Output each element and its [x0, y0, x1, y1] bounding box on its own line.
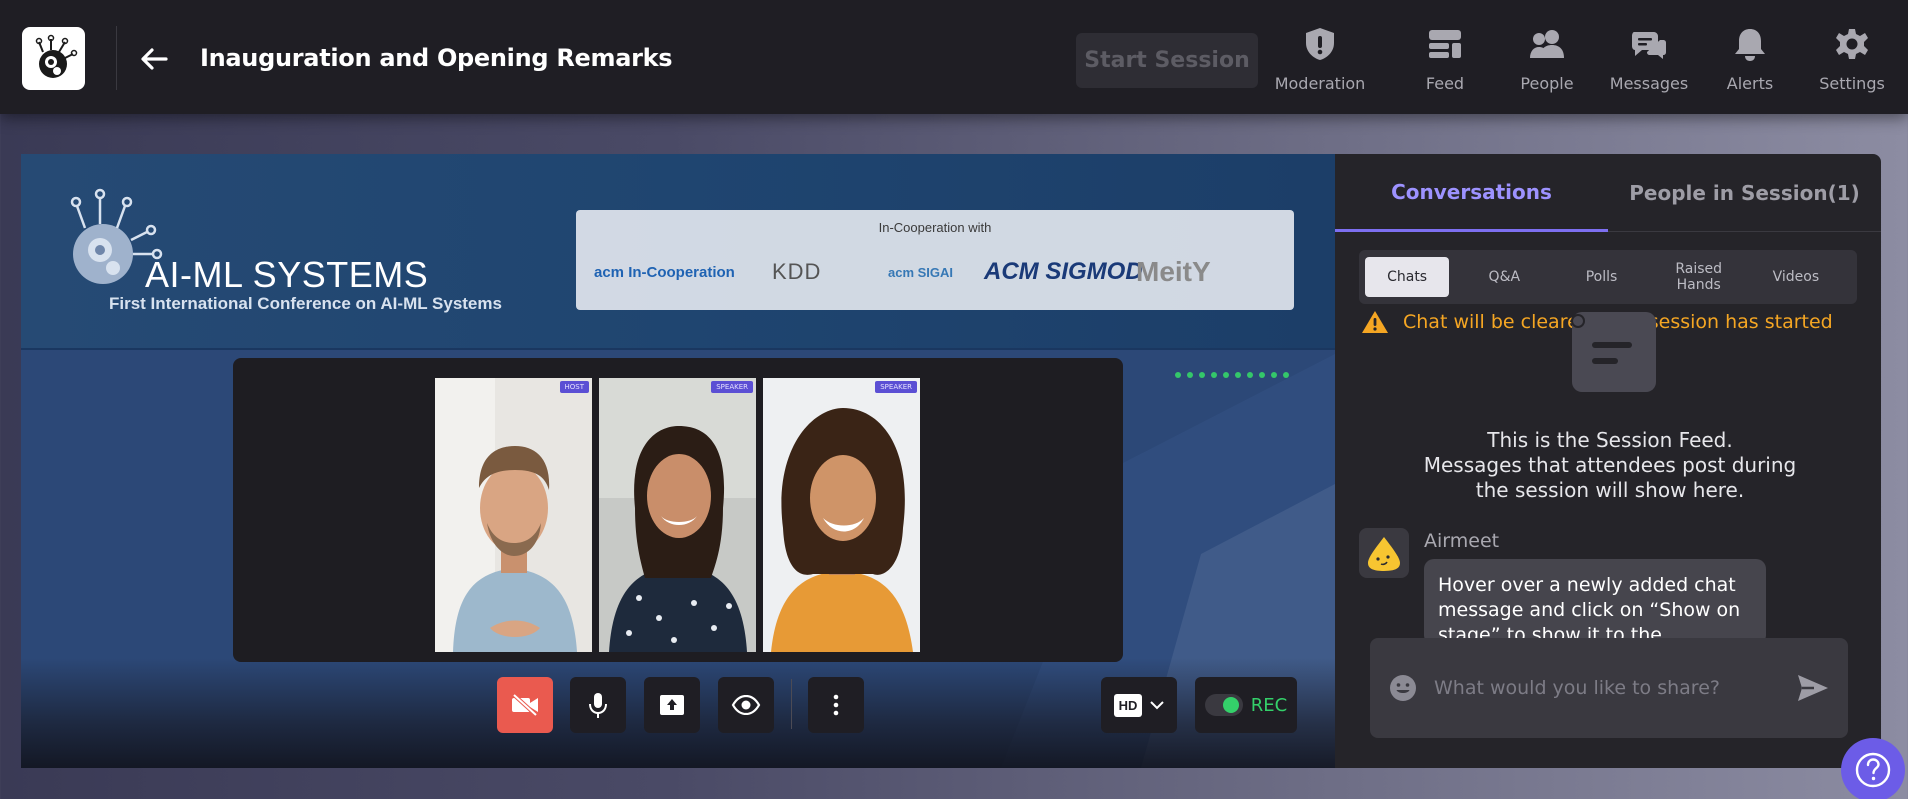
session-side-panel: Conversations People in Session(1) Chats…: [1335, 154, 1881, 768]
feed-icon: [1425, 24, 1465, 64]
back-arrow-icon[interactable]: [138, 43, 170, 75]
nav-people[interactable]: People: [1492, 24, 1602, 96]
speaker-badge: SPEAKER: [711, 381, 753, 393]
acm-logo: acm In-Cooperation: [594, 263, 735, 281]
host-badge: HOST: [559, 381, 589, 393]
nav-moderation-label: Moderation: [1274, 74, 1366, 93]
message-bubble[interactable]: Hover over a newly added chat message an…: [1424, 559, 1766, 645]
nav-feed-label: Feed: [1425, 74, 1465, 93]
panel-tabs: Conversations People in Session(1): [1335, 154, 1881, 232]
video-quality-dropdown[interactable]: HD: [1101, 677, 1177, 733]
tab-conversations[interactable]: Conversations: [1335, 154, 1608, 232]
session-feed-empty-text: This is the Session Feed. Messages that …: [1375, 428, 1845, 503]
participant-tile-host[interactable]: HOST: [435, 378, 592, 652]
record-label: REC: [1250, 694, 1288, 716]
record-switch[interactable]: [1204, 694, 1243, 716]
session-feed-icon: [1571, 312, 1656, 392]
nav-settings[interactable]: Settings: [1797, 24, 1907, 96]
subtab-qa[interactable]: Q&A: [1462, 257, 1546, 297]
ai-head-logo-icon: [35, 34, 77, 78]
subtab-polls[interactable]: Polls: [1559, 257, 1643, 297]
nav-messages-label: Messages: [1609, 74, 1689, 93]
preview-button[interactable]: [718, 677, 774, 733]
feed-text-line: the session will show here.: [1475, 478, 1745, 502]
emoji-icon[interactable]: [1388, 673, 1418, 703]
participant-video: [763, 378, 920, 652]
conversation-subtabs: Chats Q&A Polls Raised Hands Videos: [1359, 250, 1857, 304]
camera-off-icon: [512, 693, 538, 717]
top-bar: Inauguration and Opening Remarks Start S…: [0, 0, 1908, 114]
nav-feed[interactable]: Feed: [1390, 24, 1500, 96]
microphone-icon: [589, 693, 607, 718]
nav-alerts[interactable]: Alerts: [1695, 24, 1805, 96]
banner-title: AI-ML SYSTEMS: [145, 254, 429, 295]
message-author: Airmeet: [1424, 530, 1500, 552]
subtab-raised-hands[interactable]: Raised Hands: [1657, 257, 1741, 297]
record-toggle[interactable]: REC: [1195, 677, 1297, 733]
hd-chip: HD: [1113, 693, 1143, 717]
banner-subtitle: First International Conference on AI-ML …: [109, 294, 502, 313]
more-options-button[interactable]: [808, 677, 864, 733]
page-title: Inauguration and Opening Remarks: [200, 44, 673, 72]
controls-divider: [791, 679, 792, 729]
participant-video: [599, 378, 756, 652]
feed-text-line: This is the Session Feed.: [1487, 428, 1733, 452]
participant-tile-speaker-2[interactable]: SPEAKER: [763, 378, 920, 652]
chat-composer: [1370, 638, 1848, 738]
airmeet-mascot-icon: [1368, 537, 1400, 571]
tab-people-in-session[interactable]: People in Session(1): [1608, 154, 1881, 232]
messages-icon: [1629, 24, 1669, 64]
stage-area: AI-ML SYSTEMS First International Confer…: [21, 154, 1335, 768]
speaker-badge: SPEAKER: [875, 381, 917, 393]
gear-icon: [1832, 24, 1872, 64]
nav-alerts-label: Alerts: [1726, 74, 1774, 93]
question-icon: [1855, 752, 1891, 788]
chat-message-input[interactable]: [1434, 677, 1796, 699]
conference-banner: AI-ML SYSTEMS First International Confer…: [21, 154, 1335, 350]
subtab-videos[interactable]: Videos: [1754, 257, 1838, 297]
kdd-logo: KDD: [772, 259, 822, 284]
nav-messages[interactable]: Messages: [1594, 24, 1704, 96]
sigmod-logo: ACM SIGMOD: [984, 258, 1143, 285]
feed-text-line: Messages that attendees post during: [1423, 453, 1797, 477]
meity-logo: MeitY: [1136, 256, 1211, 287]
decorative-dots: [1175, 372, 1289, 378]
eye-icon: [731, 695, 761, 715]
airmeet-avatar: [1359, 528, 1409, 578]
start-session-button[interactable]: Start Session: [1076, 33, 1258, 88]
cooperation-logos-box: In-Cooperation with acm In-Cooperation K…: [576, 210, 1294, 310]
subtab-chats[interactable]: Chats: [1365, 257, 1450, 297]
share-screen-icon: [660, 695, 684, 715]
header-divider: [116, 26, 117, 90]
camera-off-button[interactable]: [497, 677, 553, 733]
nav-moderation[interactable]: Moderation: [1265, 24, 1375, 96]
more-vertical-icon: [833, 694, 839, 716]
participant-video: [435, 378, 592, 652]
video-grid: HOST SPEAKER SPEAKER: [233, 358, 1123, 662]
help-button[interactable]: [1841, 738, 1905, 799]
send-icon[interactable]: [1796, 673, 1830, 703]
nav-people-label: People: [1520, 74, 1574, 93]
chevron-down-icon: [1150, 700, 1165, 709]
microphone-button[interactable]: [570, 677, 626, 733]
warning-icon: [1362, 311, 1388, 333]
event-logo[interactable]: [22, 27, 85, 90]
cooperation-title: In-Cooperation with: [878, 220, 992, 235]
nav-settings-label: Settings: [1819, 74, 1885, 93]
participant-tile-speaker-1[interactable]: SPEAKER: [599, 378, 756, 652]
bell-icon: [1730, 24, 1770, 64]
people-icon: [1527, 24, 1567, 64]
sigai-logo: acm SIGAI: [888, 264, 954, 280]
shield-alert-icon: [1300, 24, 1340, 64]
share-screen-button[interactable]: [644, 677, 700, 733]
